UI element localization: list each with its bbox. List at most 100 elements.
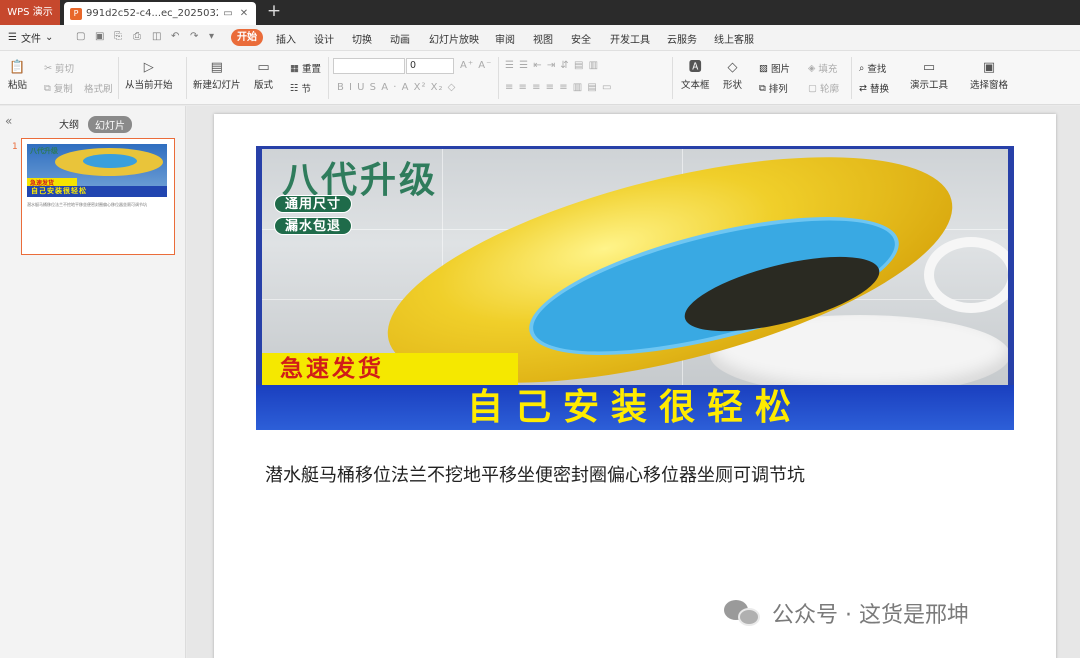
tab-outline[interactable]: 大纲 [59, 116, 79, 131]
paste-button[interactable]: 📋 粘贴 [8, 59, 27, 91]
ribbon-divider [851, 57, 852, 99]
tab-insert[interactable]: 插入 [276, 31, 296, 46]
shape-button[interactable]: ◇ 形状 [723, 59, 742, 91]
hamburger-icon: ☰ [8, 32, 17, 43]
save-as-icon[interactable]: ⎘ [114, 31, 122, 42]
close-tab-icon[interactable]: ✕ [238, 8, 250, 19]
monitor-icon[interactable]: ▭ [222, 8, 234, 19]
selection-pane-icon: ▣ [982, 60, 996, 75]
undo-icon[interactable]: ↶ [171, 31, 179, 42]
layout-label: 版式 [254, 80, 274, 91]
print-preview-icon[interactable]: ◫ [152, 31, 161, 42]
tab-slideshow[interactable]: 幻灯片放映 [429, 31, 479, 46]
layout-button[interactable]: ▭ 版式 [254, 59, 273, 91]
customize-dropdown-icon[interactable]: ▾ [209, 31, 214, 42]
tab-developer[interactable]: 开发工具 [610, 31, 650, 46]
presentation-file-icon: P [70, 7, 82, 20]
thumbnail-blue-banner: 自己安装很轻松 [31, 187, 87, 195]
tab-online-support[interactable]: 线上客服 [714, 31, 754, 46]
slide-canvas[interactable]: 八代升级 通用尺寸 漏水包退 急速发货 自己安装很轻松 潜水艇马桶移位法兰不挖地… [214, 114, 1056, 658]
presentation-tools-button[interactable]: ▭ 演示工具 [910, 59, 948, 91]
reset-button[interactable]: ▦ 重置 [290, 61, 321, 76]
product-photo: 八代升级 通用尺寸 漏水包退 [262, 149, 1008, 385]
fill-label: 填充 [818, 64, 838, 75]
selection-pane-label: 选择窗格 [970, 80, 1009, 91]
copy-button[interactable]: ⧉ 复制 [44, 81, 73, 96]
tab-view[interactable]: 视图 [533, 31, 553, 46]
text-box-button[interactable]: 🅰 文本框 [681, 59, 710, 91]
tab-review[interactable]: 审阅 [495, 31, 515, 46]
from-current-slide-button[interactable]: ▷ 从当前开始 [125, 59, 173, 91]
tab-design[interactable]: 设计 [314, 31, 334, 46]
reset-icon: ▦ [290, 62, 299, 74]
replace-button[interactable]: ⇄ 替换 [859, 81, 889, 96]
list-and-indent-icons[interactable]: ☰ ☰ ⇤ ⇥ ⇵ ▤ ▥ [505, 60, 599, 71]
outline-button[interactable]: ▢ 轮廓 [808, 81, 839, 96]
wechat-icon [724, 598, 764, 628]
toilet-seat-shape [924, 237, 1008, 313]
collapse-panel-icon[interactable]: « [5, 114, 12, 128]
font-name-combo[interactable] [333, 58, 405, 74]
thumbnail-image: 八代升级 急速发货 自己安装很轻松 [27, 144, 167, 197]
presentation-tools-label: 演示工具 [910, 80, 949, 91]
ribbon-toolbar: 📋 粘贴 ✂ 剪切 ⧉ 复制 格式刷 ▷ 从当前开始 ▤ 新建幻灯片 ▭ 版式 … [0, 51, 1080, 105]
arrange-button[interactable]: ⧉ 排列 [759, 81, 788, 96]
picture-icon: ▨ [759, 62, 768, 74]
section-icon: ☷ [290, 82, 299, 94]
tab-security[interactable]: 安全 [571, 31, 591, 46]
arrange-icon: ⧉ [759, 82, 766, 94]
ribbon-divider [328, 57, 329, 99]
slide-panel: « 大纲 幻灯片 1 八代升级 急速发货 自己安装很轻松 潜水艇马桶移位法兰不挖… [0, 106, 186, 658]
text-format-icons[interactable]: B I U S A · A X² X₂ ◇ [337, 82, 456, 93]
print-icon[interactable]: ⎙ [133, 31, 141, 42]
tab-slides[interactable]: 幻灯片 [88, 116, 132, 133]
selection-pane-button[interactable]: ▣ 选择窗格 [970, 59, 1008, 91]
tab-home[interactable]: 开始 [231, 29, 263, 46]
leak-refund-badge: 漏水包退 [274, 217, 353, 235]
shape-label: 形状 [723, 80, 743, 91]
slide-thumbnail[interactable]: 八代升级 急速发货 自己安装很轻松 潜水艇马桶移位法兰不挖地平移坐便密封圈偏心移… [21, 138, 175, 255]
outline-label: 轮廓 [819, 84, 839, 95]
clipboard-icon: 📋 [9, 60, 26, 75]
replace-label: 替换 [869, 84, 889, 95]
document-tab[interactable]: P 991d2c52-c4...ec_20250323 ▭ ✕ [64, 2, 256, 25]
picture-button[interactable]: ▨ 图片 [759, 61, 790, 76]
from-current-label: 从当前开始 [125, 80, 173, 91]
file-menu-label: 文件 [20, 34, 41, 45]
format-painter-button[interactable]: 格式刷 [84, 81, 113, 95]
file-menu[interactable]: ☰ 文件 ⌄ [8, 30, 53, 45]
replace-icon: ⇄ [859, 82, 867, 94]
chevron-down-icon: ⌄ [44, 32, 54, 43]
menu-bar: ☰ 文件 ⌄ ▢ ▣ ⎘ ⎙ ◫ ↶ ↷ ▾ 开始 插入 设计 切换 动画 幻灯… [0, 25, 1080, 51]
paste-label: 粘贴 [8, 80, 28, 91]
app-tab[interactable]: WPS 演示 [0, 0, 60, 25]
search-icon: ⌕ [859, 62, 865, 74]
new-slide-button[interactable]: ▤ 新建幻灯片 [193, 59, 241, 91]
slide-caption-text[interactable]: 潜水艇马桶移位法兰不挖地平移坐便密封圈偏心移位器坐厕可调节坑 [265, 461, 805, 487]
play-icon: ▷ [143, 60, 154, 75]
section-button[interactable]: ☷ 节 [290, 81, 312, 96]
title-bar: WPS 演示 P 991d2c52-c4...ec_20250323 ▭ ✕ + [0, 0, 1080, 25]
save-icon[interactable]: ▣ [95, 31, 104, 42]
copy-icon: ⧉ [44, 82, 51, 94]
section-label: 节 [301, 84, 312, 95]
tab-transitions[interactable]: 切换 [352, 31, 372, 46]
new-slide-icon: ▤ [210, 60, 223, 75]
cut-button[interactable]: ✂ 剪切 [44, 61, 74, 76]
shapes-icon: ◇ [727, 60, 738, 75]
font-size-combo[interactable]: 0 [406, 58, 454, 74]
reset-label: 重置 [301, 64, 321, 75]
font-grow-shrink-icons[interactable]: A⁺ A⁻ [460, 60, 492, 71]
fill-button[interactable]: ◈ 填充 [808, 61, 838, 76]
alignment-icons[interactable]: ≡ ≡ ≡ ≡ ≡ ▥ ▤ ▭ [505, 82, 613, 93]
open-icon[interactable]: ▢ [76, 31, 85, 42]
product-image[interactable]: 八代升级 通用尺寸 漏水包退 急速发货 自己安装很轻松 [256, 146, 1014, 430]
new-slide-label: 新建幻灯片 [193, 80, 241, 91]
watermark: 公众号 · 这货是邢坤 [724, 597, 969, 629]
redo-icon[interactable]: ↷ [190, 31, 198, 42]
text-box-icon: 🅰 [688, 60, 702, 75]
new-tab-button[interactable]: + [264, 0, 284, 25]
tab-cloud-services[interactable]: 云服务 [667, 31, 697, 46]
tab-animations[interactable]: 动画 [390, 31, 410, 46]
find-button[interactable]: ⌕ 查找 [859, 61, 886, 76]
